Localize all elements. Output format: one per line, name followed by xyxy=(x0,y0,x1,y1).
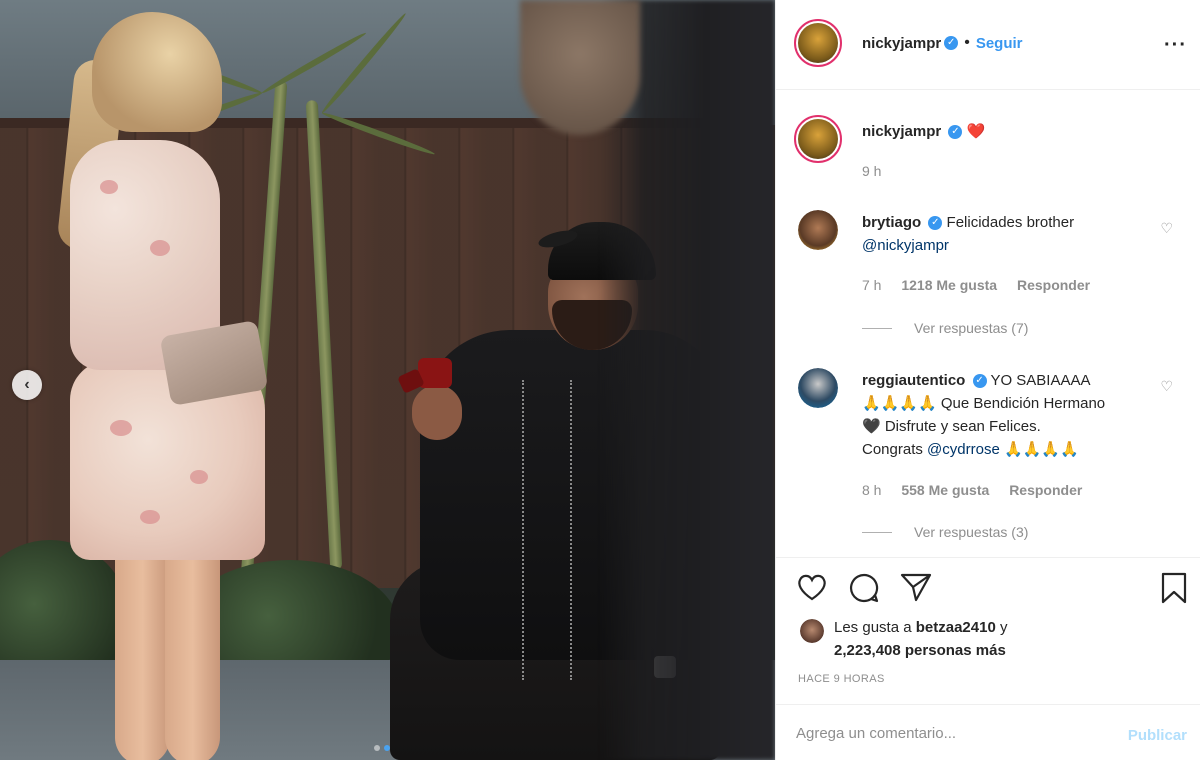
reply-button[interactable]: Responder xyxy=(1017,277,1090,293)
comment-time[interactable]: 7 h xyxy=(862,277,881,293)
view-replies-label: Ver respuestas (3) xyxy=(914,524,1029,540)
commenter-username[interactable]: reggiautentico xyxy=(862,372,965,389)
verified-badge-icon: ✓ xyxy=(944,36,959,50)
verified-badge-icon: ✓ xyxy=(972,374,987,389)
commenter-avatar[interactable] xyxy=(798,210,838,250)
foreground-person-blur xyxy=(600,0,775,760)
more-options-icon[interactable]: ··· xyxy=(1164,34,1187,57)
carousel-dot-active[interactable] xyxy=(384,745,390,751)
post-timestamp[interactable]: HACE 9 HORAS xyxy=(798,673,885,685)
heart-icon[interactable]: ♡ xyxy=(1160,220,1173,237)
caption-username[interactable]: nickyjampr xyxy=(862,123,941,140)
comment-text-line4-suffix: 🙏🙏🙏🙏 xyxy=(1003,441,1079,458)
comment-time[interactable]: 8 h xyxy=(862,482,881,498)
carousel-dots xyxy=(374,745,390,751)
dress-flower xyxy=(110,420,132,436)
post-photo[interactable]: ‹ xyxy=(0,0,775,760)
author-avatar[interactable] xyxy=(794,115,842,163)
likes-prefix: Les gusta a xyxy=(834,619,912,636)
reply-button[interactable]: Responder xyxy=(1009,482,1082,498)
comment-text-line2: 🙏🙏🙏🙏 Que Bendición Hermano xyxy=(862,395,1106,412)
dress-flower xyxy=(140,510,160,524)
comment-likes[interactable]: 558 Me gusta xyxy=(901,482,989,498)
post-sidebar: nickyjampr ✓ • Seguir ··· nickyjampr ✓ ❤… xyxy=(775,0,1200,760)
woman-leg xyxy=(165,530,220,760)
follow-button[interactable]: Seguir xyxy=(976,35,1023,52)
likes-joiner: y xyxy=(999,619,1008,636)
liker-username[interactable]: betzaa2410 xyxy=(916,619,996,636)
view-replies-label: Ver respuestas (7) xyxy=(914,320,1029,336)
comment-text-line4: Congrats xyxy=(862,441,923,458)
comment-input[interactable] xyxy=(796,719,1096,747)
chevron-left-icon: ‹ xyxy=(24,376,30,393)
carousel-prev-button[interactable]: ‹ xyxy=(12,370,42,400)
jacket-zipper xyxy=(522,380,524,680)
heart-icon[interactable] xyxy=(796,572,828,607)
dress-flower xyxy=(100,180,118,194)
share-icon[interactable] xyxy=(900,572,932,607)
verified-badge-icon: ✓ xyxy=(948,125,963,140)
verified-badge-icon: ✓ xyxy=(928,216,943,231)
add-comment-bar: Publicar xyxy=(776,704,1200,760)
post-header: nickyjampr ✓ • Seguir ··· xyxy=(776,0,1200,90)
man-hand xyxy=(412,385,462,440)
comment-text-line1: YO SABIAAAA xyxy=(990,372,1091,389)
caption-time[interactable]: 9 h xyxy=(862,163,881,179)
comment-icon[interactable] xyxy=(848,572,880,609)
author-username[interactable]: nickyjampr xyxy=(862,35,941,52)
foreground-arm-blur xyxy=(520,0,640,135)
comment-text-line3: 🖤 Disfrute y sean Felices. xyxy=(862,418,1041,435)
liker-avatar[interactable] xyxy=(800,619,824,643)
comment-text: Felicidades brother xyxy=(946,214,1075,231)
post-actions xyxy=(776,557,1200,617)
caption-text: ❤️ xyxy=(966,123,986,140)
author-avatar[interactable] xyxy=(794,19,842,67)
dress-flower xyxy=(150,240,170,256)
comment-likes[interactable]: 1218 Me gusta xyxy=(901,277,997,293)
dress-flower xyxy=(190,470,208,484)
comment-mention[interactable]: @cydrrose xyxy=(927,441,1000,458)
replies-divider xyxy=(862,531,892,533)
bookmark-icon[interactable] xyxy=(1160,572,1188,609)
carousel-dot[interactable] xyxy=(374,745,380,751)
heart-icon[interactable]: ♡ xyxy=(1160,378,1173,395)
jacket-zipper xyxy=(570,380,572,680)
comment-mention[interactable]: @nickyjampr xyxy=(862,237,949,254)
replies-divider xyxy=(862,327,892,329)
woman-leg xyxy=(115,530,170,760)
commenter-username[interactable]: brytiago xyxy=(862,214,921,231)
commenter-avatar[interactable] xyxy=(798,368,838,408)
view-replies-button[interactable]: Ver respuestas (7) xyxy=(862,320,1028,336)
publish-button[interactable]: Publicar xyxy=(1128,727,1187,744)
view-replies-button[interactable]: Ver respuestas (3) xyxy=(862,524,1028,540)
likes-count[interactable]: 2,223,408 personas más xyxy=(834,642,1006,659)
